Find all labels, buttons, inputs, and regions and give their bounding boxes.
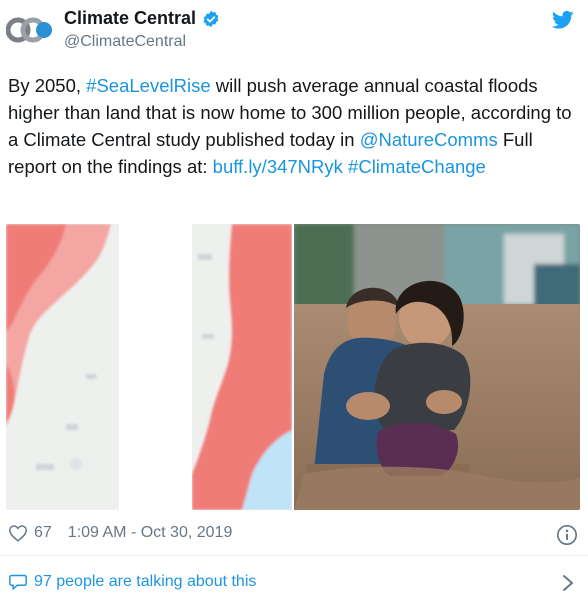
tweet-timestamp[interactable]: 1:09 AM - Oct 30, 2019 — [68, 524, 233, 542]
tweet-media-image[interactable] — [6, 224, 580, 510]
hashtag-sealevelrise-link[interactable]: #SeaLevelRise — [86, 75, 210, 96]
chevron-right-icon[interactable] — [562, 574, 574, 592]
author-display-name[interactable]: Climate Central — [64, 8, 196, 29]
author-name-row: Climate Central — [64, 8, 220, 29]
climate-central-logo[interactable] — [6, 14, 54, 46]
hashtag-climatechange-link[interactable]: #ClimateChange — [348, 156, 486, 177]
author-handle[interactable]: @ClimateCentral — [64, 33, 186, 51]
tweet-stats: 67 1:09 AM - Oct 30, 2019 — [8, 524, 232, 542]
tweet-text: By 2050, #SeaLevelRise will push average… — [8, 72, 578, 180]
twitter-bird-icon[interactable] — [552, 10, 574, 30]
tweet-card: Climate Central @ClimateCentral By 2050,… — [0, 0, 588, 601]
conversation-link[interactable]: 97 people are talking about this — [8, 573, 256, 591]
verified-badge-icon — [203, 10, 219, 27]
flood-map-right — [192, 224, 292, 510]
conversation-label: 97 people are talking about this — [34, 573, 257, 590]
flood-map-left — [6, 224, 119, 510]
mention-naturecomms-link[interactable]: @NatureComms — [360, 129, 498, 150]
like-count[interactable]: 67 — [34, 524, 52, 542]
divider — [0, 555, 588, 556]
tweet-text-part: By 2050, — [8, 75, 87, 96]
heart-icon[interactable] — [8, 524, 28, 542]
speech-bubble-icon — [9, 574, 27, 590]
info-icon[interactable] — [556, 524, 578, 546]
report-url-link[interactable]: buff.ly/347NRyk — [213, 156, 343, 177]
flood-photo-mother-child — [294, 224, 580, 510]
